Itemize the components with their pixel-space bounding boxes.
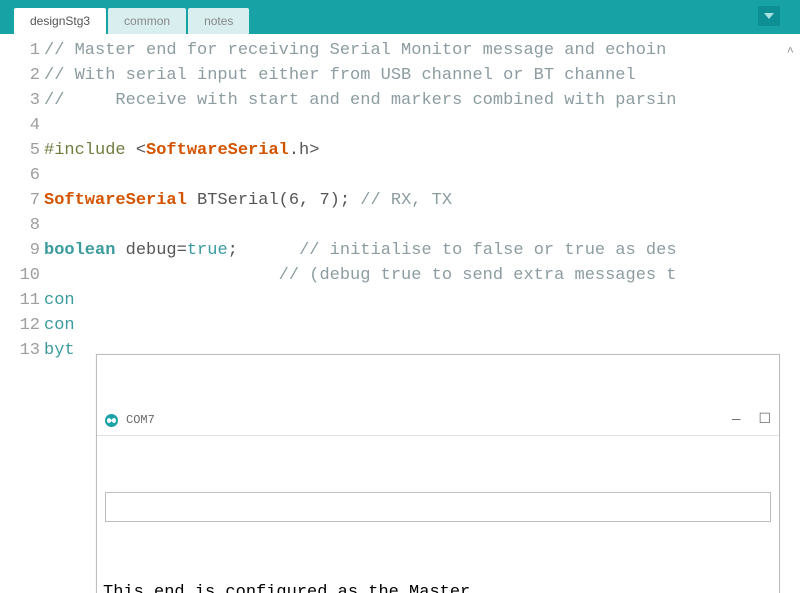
code-line[interactable]: con bbox=[44, 288, 800, 313]
code-line[interactable] bbox=[44, 113, 800, 138]
line-number: 4 bbox=[0, 113, 40, 138]
code-line[interactable]: // Receive with start and end markers co… bbox=[44, 88, 800, 113]
arduino-icon bbox=[105, 414, 118, 427]
minimize-button[interactable]: — bbox=[732, 408, 740, 433]
line-number: 7 bbox=[0, 188, 40, 213]
line-number: 9 bbox=[0, 238, 40, 263]
line-number: 12 bbox=[0, 313, 40, 338]
code-line[interactable]: // Master end for receiving Serial Monit… bbox=[44, 38, 800, 63]
code-line[interactable] bbox=[44, 213, 800, 238]
line-number: 11 bbox=[0, 288, 40, 313]
serial-titlebar[interactable]: COM7 — ☐ bbox=[97, 405, 779, 436]
line-number: 8 bbox=[0, 213, 40, 238]
line-number: 2 bbox=[0, 63, 40, 88]
tab-dropdown-button[interactable] bbox=[758, 6, 780, 26]
tab-bar: designStg3commonnotes bbox=[0, 0, 800, 34]
line-number: 1 bbox=[0, 38, 40, 63]
code-line[interactable]: // (debug true to send extra messages t bbox=[44, 263, 800, 288]
serial-input-field[interactable] bbox=[105, 492, 771, 522]
code-area[interactable]: // Master end for receiving Serial Monit… bbox=[44, 38, 800, 363]
tab-common[interactable]: common bbox=[108, 8, 186, 34]
serial-window-title: COM7 bbox=[126, 408, 155, 433]
tab-notes[interactable]: notes bbox=[188, 8, 249, 34]
code-line[interactable] bbox=[44, 163, 800, 188]
code-editor[interactable]: ^ 12345678910111213 // Master end for re… bbox=[0, 34, 800, 592]
line-number: 3 bbox=[0, 88, 40, 113]
line-number-gutter: 12345678910111213 bbox=[0, 38, 44, 363]
line-number: 5 bbox=[0, 138, 40, 163]
code-line[interactable]: #include <SoftwareSerial.h> bbox=[44, 138, 800, 163]
code-line[interactable]: // With serial input either from USB cha… bbox=[44, 63, 800, 88]
line-number: 10 bbox=[0, 263, 40, 288]
code-line[interactable]: boolean debug=true; // initialise to fal… bbox=[44, 238, 800, 263]
serial-monitor-window[interactable]: COM7 — ☐ This end is configured as the M… bbox=[96, 354, 780, 593]
line-number: 13 bbox=[0, 338, 40, 363]
line-number: 6 bbox=[0, 163, 40, 188]
serial-output: This end is configured as the Master Thi… bbox=[97, 576, 779, 593]
code-line[interactable]: SoftwareSerial BTSerial(6, 7); // RX, TX bbox=[44, 188, 800, 213]
tab-designStg3[interactable]: designStg3 bbox=[14, 8, 106, 34]
maximize-button[interactable]: ☐ bbox=[758, 408, 771, 433]
code-line[interactable]: con bbox=[44, 313, 800, 338]
